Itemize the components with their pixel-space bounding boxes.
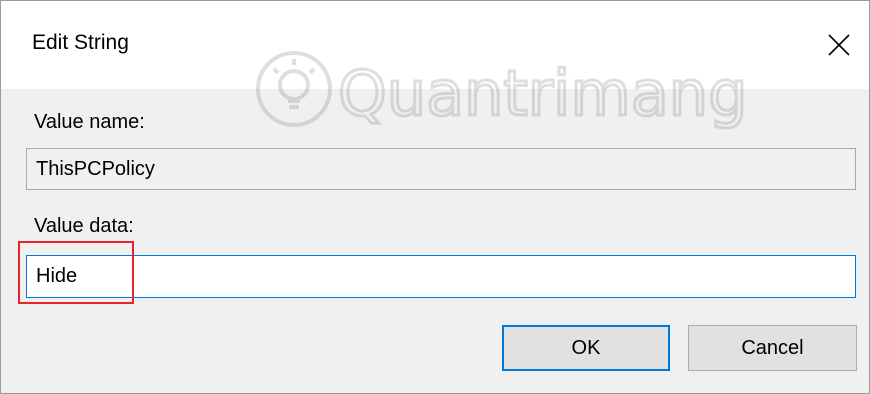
- title-bar: Edit String: [1, 1, 869, 89]
- value-name-field: ThisPCPolicy: [26, 148, 856, 190]
- cancel-button[interactable]: Cancel: [688, 325, 857, 371]
- value-data-text: Hide: [36, 265, 78, 287]
- close-button[interactable]: [811, 15, 867, 75]
- value-name-text: ThisPCPolicy: [36, 157, 155, 180]
- value-data-input[interactable]: Hide: [26, 255, 856, 298]
- dialog-title: Edit String: [32, 31, 129, 54]
- edit-string-dialog: Edit String Quantrimang Value name: This…: [0, 0, 870, 394]
- close-icon: [828, 34, 850, 56]
- value-name-label: Value name:: [34, 111, 145, 133]
- ok-button[interactable]: OK: [502, 325, 670, 371]
- value-data-label: Value data:: [34, 215, 134, 237]
